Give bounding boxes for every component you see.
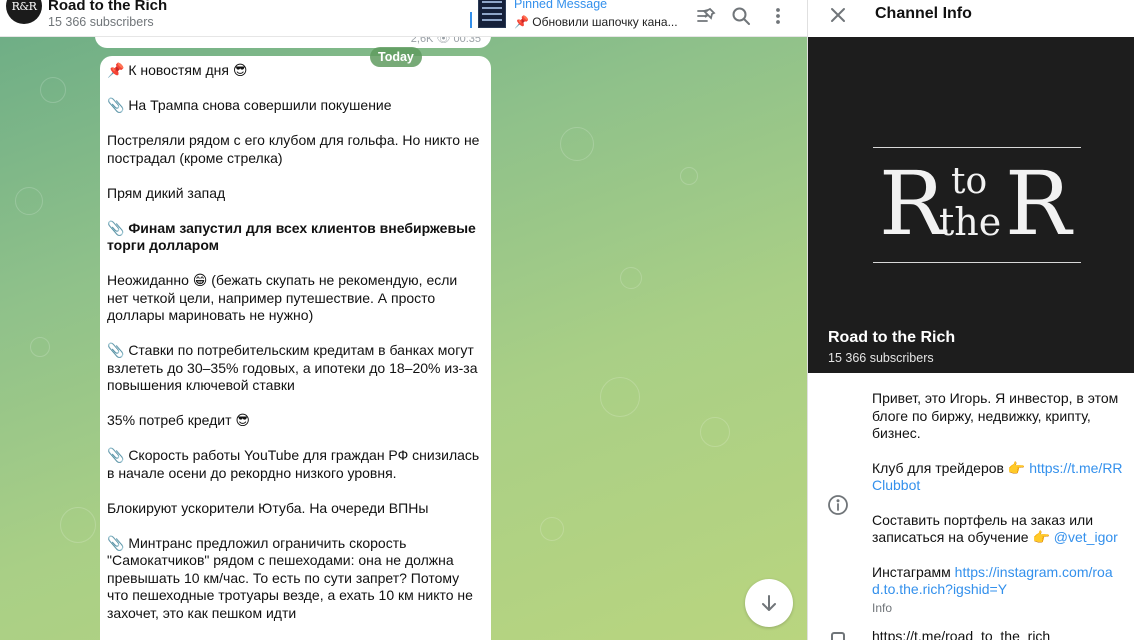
close-icon[interactable] xyxy=(826,3,850,27)
contact-link[interactable]: @vet_igor xyxy=(1054,529,1118,545)
message-paragraph: 📎 Ставки по потребительским кредитам в б… xyxy=(107,342,478,393)
chat-area: R&R Road to the Rich 15 366 subscribers … xyxy=(0,0,807,640)
pinned-list-icon[interactable] xyxy=(694,4,718,28)
channel-title[interactable]: Road to the Rich xyxy=(48,0,167,14)
info-title: Channel Info xyxy=(875,5,972,22)
info-icon xyxy=(828,495,848,515)
link-icon xyxy=(831,632,845,640)
message-paragraph: 📎 Скорость работы YouTube для граждан РФ… xyxy=(107,447,480,481)
message-paragraph: Блокируют ускорители Ютуба. На очереди В… xyxy=(107,499,429,516)
cover-subscribers: 15 366 subscribers xyxy=(828,351,934,365)
pinned-title: Pinned Message xyxy=(514,0,608,11)
channel-cover[interactable]: R to the R Road to the Rich 15 366 subsc… xyxy=(808,37,1134,373)
chat-header: R&R Road to the Rich 15 366 subscribers … xyxy=(0,0,807,37)
channel-link[interactable]: https://t.me/road_to_the_rich xyxy=(872,628,1050,640)
more-vertical-icon[interactable] xyxy=(766,4,790,28)
message-paragraph: Постреляли рядом с его клубом для гольфа… xyxy=(107,132,480,166)
channel-subscribers: 15 366 subscribers xyxy=(48,15,154,29)
pinned-thumbnail xyxy=(478,0,506,28)
pinned-text: 📌 Обновили шапочку кана... xyxy=(514,15,678,29)
pinned-message[interactable]: Pinned Message 📌 Обновили шапочку кана..… xyxy=(470,0,685,32)
channel-info-panel: Channel Info R to the R Road to the Rich… xyxy=(807,0,1134,640)
message-paragraph: 📎 Финам запустил для всех клиентов внеби… xyxy=(107,219,476,254)
info-caption: Info xyxy=(872,600,893,615)
scroll-down-button[interactable] xyxy=(745,579,793,627)
description-club: Клуб для трейдеров 👉 https://t.me/RRClub… xyxy=(872,459,1123,494)
message-bubble[interactable]: 📌 К новостям дня 😎 📎 На Трампа снова сове… xyxy=(100,56,491,640)
message-paragraph: Неожиданно 😁 (бежать скупать не рекоменд… xyxy=(107,272,458,323)
description-intro: Привет, это Игорь. Я инвестор, в этом бл… xyxy=(872,390,1119,441)
pinned-indicator xyxy=(470,12,472,28)
message-paragraph: Прям дикий запад xyxy=(107,184,226,201)
channel-logo: R to the R xyxy=(873,147,1081,263)
search-icon[interactable] xyxy=(729,4,753,28)
message-paragraph: 📌 К новостям дня 😎 xyxy=(107,62,248,78)
description-portfolio: Составить портфель на заказ или записать… xyxy=(872,511,1118,546)
message-paragraph: 📎 Минтранс предложил ограничить скорость… xyxy=(107,534,473,621)
date-separator: Today xyxy=(370,47,422,67)
arrow-down-icon xyxy=(762,595,776,611)
channel-avatar[interactable]: R&R xyxy=(6,0,42,24)
cover-channel-name: Road to the Rich xyxy=(828,329,956,346)
message-paragraph: 📎 На Трампа снова совершили покушение xyxy=(107,97,392,113)
message-paragraph: 35% потреб кредит 😎 xyxy=(107,412,250,428)
channel-description: Привет, это Игорь. Я инвестор, в этом бл… xyxy=(872,390,1124,617)
info-header: Channel Info xyxy=(808,0,1134,37)
description-instagram: Инстаграмм https://instagram.com/road.to… xyxy=(872,563,1113,598)
